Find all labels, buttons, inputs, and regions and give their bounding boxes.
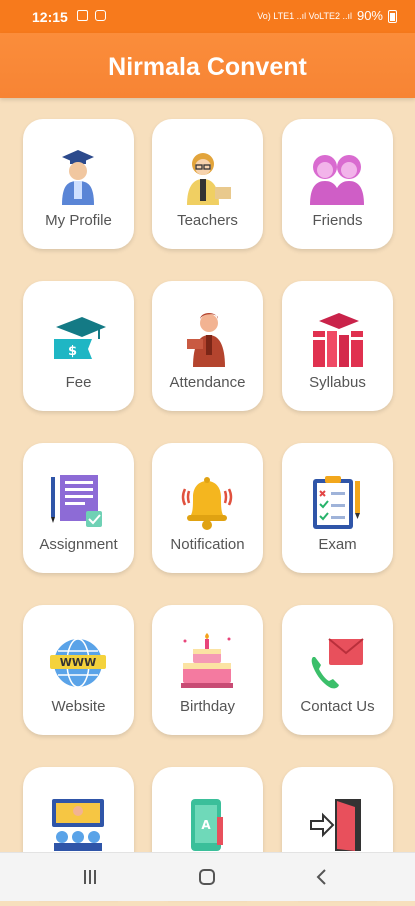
recent-apps-icon [84, 870, 96, 884]
home-button[interactable] [177, 853, 237, 901]
menu-tile-label: Attendance [169, 374, 246, 391]
menu-tile-birthday[interactable]: Birthday [152, 605, 263, 735]
gallery-icon [77, 10, 88, 21]
logout-door-icon [310, 799, 361, 851]
bell-icon [181, 477, 233, 530]
menu-tile-label: Teachers [177, 212, 238, 229]
menu-tile-label: Syllabus [309, 374, 366, 391]
mobile-app-icon: A [191, 799, 223, 851]
app-title: Nirmala Convent [108, 53, 307, 81]
menu-tile-syllabus[interactable]: Syllabus [282, 281, 393, 411]
teacher-icon [187, 153, 231, 205]
menu-tile-label: Assignment [39, 536, 118, 553]
exam-clipboard-icon [313, 476, 360, 529]
menu-tile-label: My Profile [45, 212, 112, 229]
globe-www-icon: WWW [50, 638, 106, 688]
menu-tile-label: Contact Us [300, 698, 375, 715]
menu-tile-assignment[interactable]: Assignment [23, 443, 134, 573]
battery-level: 90% [356, 8, 383, 23]
svg-text:$: $ [68, 344, 77, 359]
menu-tile-label: Notification [170, 536, 245, 553]
menu-tile-label: Friends [312, 212, 363, 229]
menu-tile-notification[interactable]: Notification [152, 443, 263, 573]
network-indicator: Vo) LTE1 ..ıl VoLTE2 ..ıl [257, 10, 352, 21]
svg-text:WWW: WWW [60, 656, 96, 669]
menu-tile-exam[interactable]: Exam [282, 443, 393, 573]
home-icon [199, 869, 215, 885]
recent-apps-button[interactable] [60, 853, 120, 901]
notification-app-icon [95, 10, 106, 21]
menu-tile-contact-us[interactable]: Contact Us [282, 605, 393, 735]
back-button[interactable] [292, 853, 352, 901]
menu-tile-label: Website [51, 698, 106, 715]
books-icon [313, 313, 363, 367]
assignment-icon [51, 475, 102, 527]
svg-text:A: A [201, 818, 211, 832]
menu-tile-my-profile[interactable]: My Profile [23, 119, 134, 249]
contact-phone-icon [311, 638, 364, 689]
menu-tile-friends[interactable]: Friends [282, 119, 393, 249]
graduate-student-icon [62, 150, 94, 205]
menu-tile-label: Birthday [179, 698, 236, 715]
status-time: 12:15 [32, 9, 68, 25]
friends-icon [310, 155, 364, 205]
menu-tile-attendance[interactable]: Attendance [152, 281, 263, 411]
menu-tile-label: Fee [65, 374, 92, 391]
menu-tile-label: Exam [318, 536, 357, 553]
status-bar: 12:15 Vo) LTE1 ..ıl VoLTE2 ..ıl 90% [0, 0, 415, 33]
menu-tile-fee[interactable]: $ Fee [23, 281, 134, 411]
online-class-icon [52, 799, 104, 851]
app-bar: Nirmala Convent [0, 33, 415, 98]
battery-icon [388, 9, 397, 23]
menu-tile-website[interactable]: WWW Website [23, 605, 134, 735]
back-icon [316, 869, 326, 885]
attendance-icon [187, 313, 225, 367]
menu-tile-teachers[interactable]: Teachers [152, 119, 263, 249]
system-navigation-bar [0, 852, 415, 901]
fee-ticket-icon: $ [54, 317, 106, 359]
birthday-cake-icon [181, 633, 233, 688]
